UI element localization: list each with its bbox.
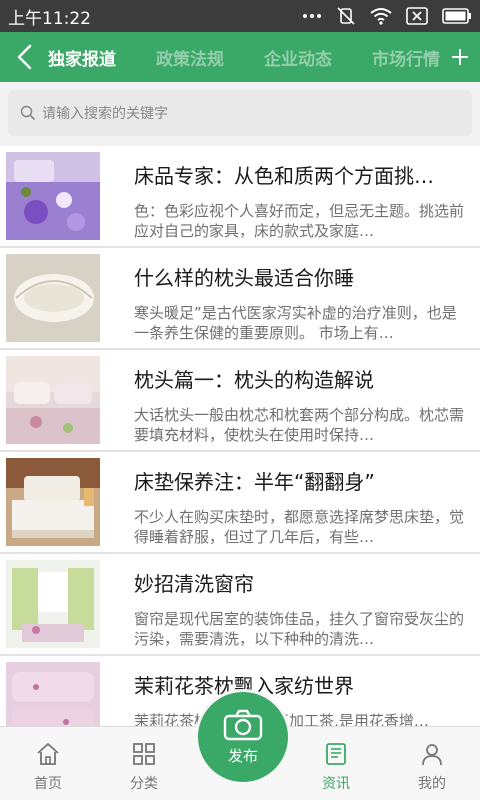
article-summary: 不少人在购买床垫时，都愿意选择席梦思床垫，觉得睡着舒服，但过了几年后，有些… bbox=[134, 508, 464, 546]
article-thumbnail bbox=[6, 152, 100, 240]
article-title: 什么样的枕头最适合你睡 bbox=[134, 266, 354, 290]
close-box-icon bbox=[406, 7, 428, 25]
nav-home[interactable]: 首页 bbox=[0, 727, 96, 800]
article-item[interactable]: 枕头篇一：枕头的构造解说 大话枕头一般由枕芯和枕套两个部分构成。枕芯需要填充材料… bbox=[0, 350, 480, 452]
grid-icon bbox=[133, 743, 155, 765]
article-summary: 色：色彩应视个人喜好而定，但忌无主题。挑选前应对自己的家具，床的款式及家庭… bbox=[134, 202, 464, 240]
article-title: 床垫保养注：半年“翻翻身” bbox=[134, 470, 375, 494]
nav-news[interactable]: 资讯 bbox=[288, 727, 384, 800]
tab-market[interactable]: 市场行情 bbox=[372, 45, 440, 70]
article-summary: 大话枕头一般由枕芯和枕套两个部分构成。枕芯需要填充材料，使枕头在使用时保持… bbox=[134, 406, 464, 444]
nav-home-label: 首页 bbox=[34, 776, 62, 792]
category-tabs: 独家报道 政策法规 企业动态 市场行情 bbox=[48, 45, 480, 70]
article-thumbnail bbox=[6, 356, 100, 444]
article-title: 床品专家：从色和质两个方面挑… bbox=[134, 164, 434, 188]
back-arrow-icon bbox=[17, 44, 32, 70]
home-icon bbox=[37, 743, 59, 765]
article-thumbnail bbox=[6, 458, 100, 546]
article-item[interactable]: 床垫保养注：半年“翻翻身” 不少人在购买床垫时，都愿意选择席梦思床垫，觉得睡着舒… bbox=[0, 452, 480, 554]
nav-mine[interactable]: 我的 bbox=[384, 727, 480, 800]
tab-exclusive-report[interactable]: 独家报道 bbox=[48, 45, 116, 70]
camera-icon bbox=[223, 709, 263, 740]
tab-company-news[interactable]: 企业动态 bbox=[264, 45, 332, 70]
category-nav-bar: 独家报道 政策法规 企业动态 市场行情 bbox=[0, 32, 480, 82]
nav-category[interactable]: 分类 bbox=[96, 727, 192, 800]
article-item[interactable]: 床品专家：从色和质两个方面挑… 色：色彩应视个人喜好而定，但忌无主题。挑选前应对… bbox=[0, 146, 480, 248]
article-thumbnail bbox=[6, 254, 100, 342]
search-area: 请输入搜索的关键字 bbox=[0, 82, 480, 146]
article-summary: 茉莉花茶枕:茉莉花属再加工茶,是用花香增… bbox=[134, 711, 464, 726]
search-icon bbox=[20, 105, 36, 121]
search-placeholder: 请输入搜索的关键字 bbox=[42, 106, 168, 122]
battery-icon bbox=[442, 8, 472, 24]
search-input[interactable]: 请输入搜索的关键字 bbox=[8, 90, 472, 136]
article-title: 妙招清洗窗帘 bbox=[134, 572, 254, 596]
article-thumbnail bbox=[6, 662, 100, 726]
back-button[interactable] bbox=[0, 32, 48, 82]
article-item[interactable]: 什么样的枕头最适合你睡 寒头暖足”是古代医家泻实补虚的治疗准则，也是一条养生保健… bbox=[0, 248, 480, 350]
publish-button[interactable]: 发布 bbox=[198, 692, 288, 782]
article-thumbnail bbox=[6, 560, 100, 648]
article-title: 枕头篇一：枕头的构造解说 bbox=[134, 368, 374, 392]
mute-icon bbox=[336, 6, 356, 26]
article-summary: 寒头暖足”是古代医家泻实补虚的治疗准则，也是一条养生保健的重要原则。 市场上有… bbox=[134, 304, 457, 342]
wifi-icon bbox=[370, 7, 392, 25]
article-title: 茉莉花茶枕飘入家纺世界 bbox=[134, 674, 354, 698]
nav-news-label: 资讯 bbox=[322, 776, 350, 792]
signal-dots-icon bbox=[302, 11, 322, 21]
article-summary: 窗帘是现代居室的装饰佳品，挂久了窗帘受灰尘的污染，需要清洗，以下种种的清洗… bbox=[134, 610, 464, 648]
nav-mine-label: 我的 bbox=[418, 776, 446, 792]
status-time: 上午11:22 bbox=[8, 8, 91, 29]
add-tab-button[interactable] bbox=[440, 32, 480, 82]
status-bar: 上午11:22 bbox=[0, 0, 480, 32]
plus-icon bbox=[452, 49, 468, 65]
publish-label: 发布 bbox=[227, 746, 258, 765]
news-icon bbox=[326, 743, 346, 765]
article-list: 床品专家：从色和质两个方面挑… 色：色彩应视个人喜好而定，但忌无主题。挑选前应对… bbox=[0, 146, 480, 726]
nav-category-label: 分类 bbox=[130, 776, 158, 792]
article-item[interactable]: 妙招清洗窗帘 窗帘是现代居室的装饰佳品，挂久了窗帘受灰尘的污染，需要清洗，以下种… bbox=[0, 554, 480, 656]
user-icon bbox=[422, 744, 442, 766]
tab-policy[interactable]: 政策法规 bbox=[156, 45, 224, 70]
